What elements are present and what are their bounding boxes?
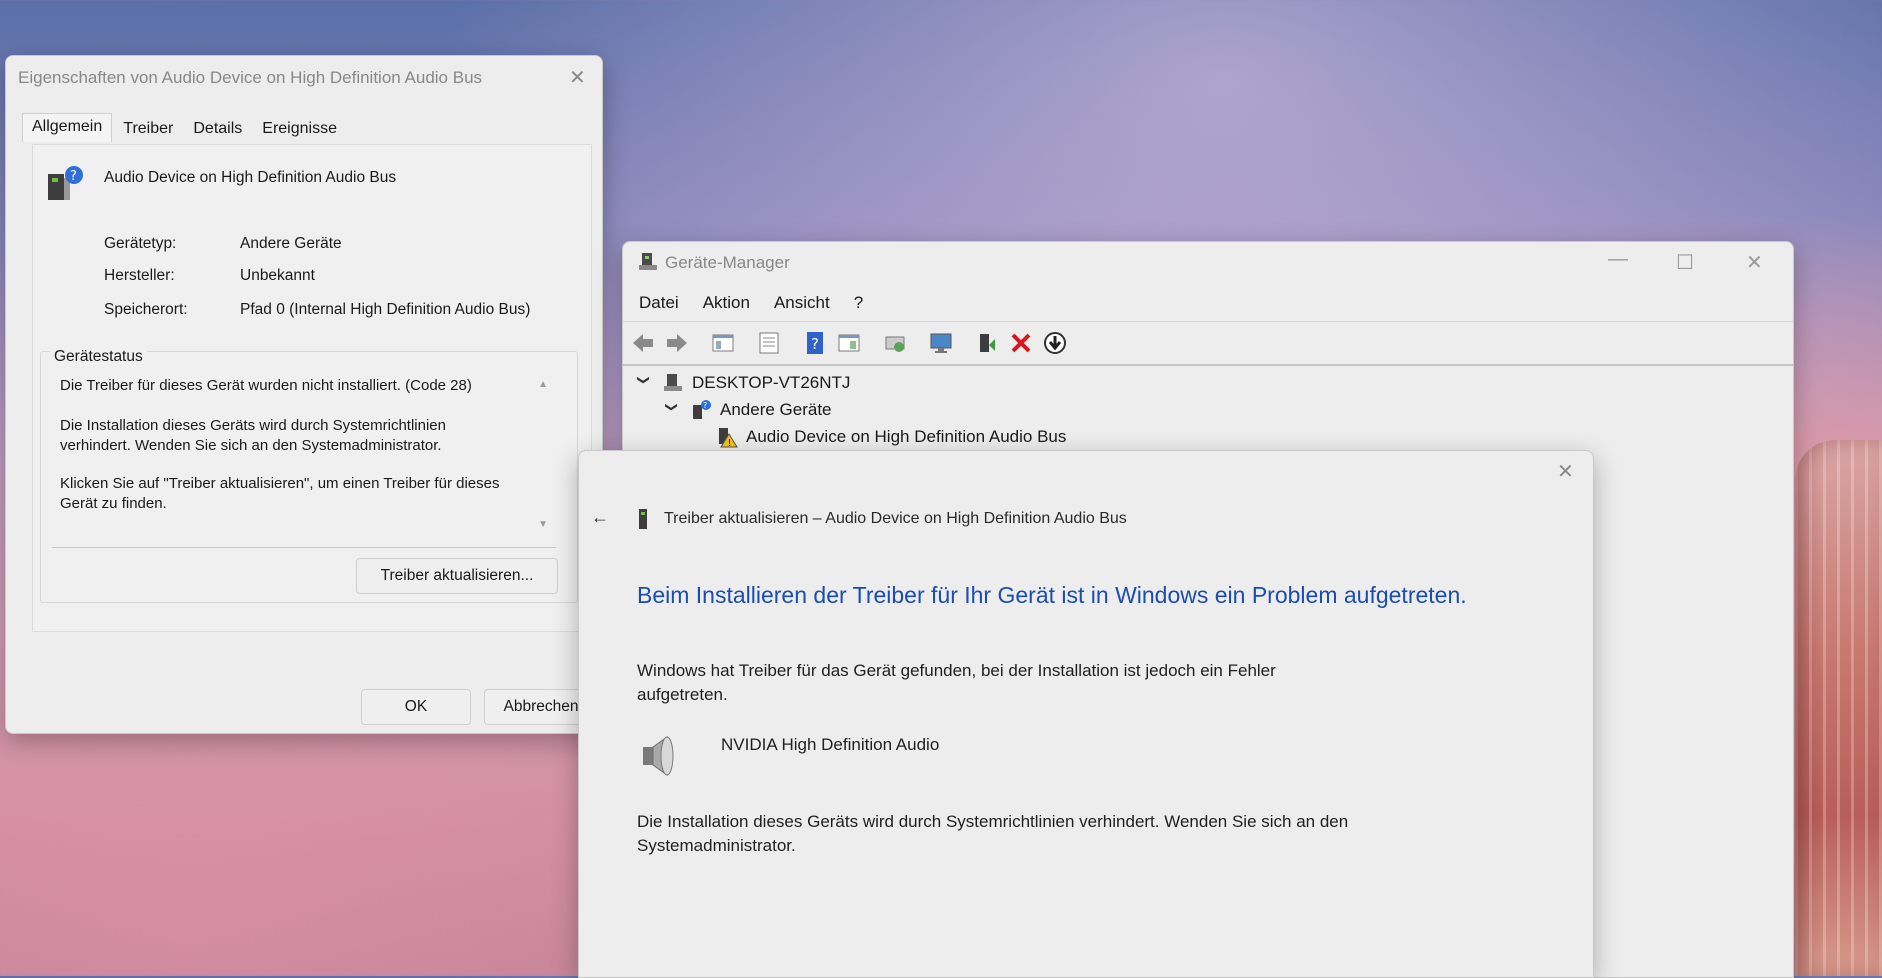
chevron-down-icon[interactable]: ❯ xyxy=(637,375,651,391)
tab-treiber[interactable]: Treiber xyxy=(114,116,182,142)
field-label-location: Speicherort: xyxy=(104,301,188,318)
props-title: Eigenschaften von Audio Device on High D… xyxy=(18,68,483,87)
update-driver-button[interactable]: Treiber aktualisieren... xyxy=(356,558,558,594)
unknown-device-icon: ? xyxy=(690,399,712,421)
field-value-manufacturer: Unbekannt xyxy=(240,267,315,284)
field-value-location: Pfad 0 (Internal High Definition Audio B… xyxy=(240,301,531,318)
error-heading: Beim Installieren der Treiber für Ihr Ge… xyxy=(637,582,1467,608)
uninstall-icon[interactable] xyxy=(1009,331,1033,355)
field-label-type: Gerätetyp: xyxy=(104,235,177,252)
view-icon[interactable] xyxy=(837,331,861,355)
tree-device-label: Audio Device on High Definition Audio Bu… xyxy=(746,427,1067,446)
ok-button[interactable]: OK xyxy=(361,689,471,725)
back-arrow-icon[interactable]: ← xyxy=(591,507,609,528)
svg-text:?: ? xyxy=(811,335,819,353)
svg-text:!: ! xyxy=(728,438,732,448)
tab-ereignisse[interactable]: Ereignisse xyxy=(253,116,346,142)
tab-details[interactable]: Details xyxy=(184,116,251,142)
status-line-hint: Klicken Sie auf "Treiber aktualisieren",… xyxy=(60,475,500,512)
device-manager-icon xyxy=(637,251,659,273)
forward-arrow-icon[interactable] xyxy=(665,331,689,355)
menu-ansicht[interactable]: Ansicht xyxy=(774,293,830,313)
driver-name: NVIDIA High Definition Audio xyxy=(721,735,940,754)
status-line-code: Die Treiber für dieses Gerät wurden nich… xyxy=(60,377,472,394)
props-tabs: Allgemein Treiber Details Ereignisse xyxy=(22,113,348,142)
update-driver-icon[interactable] xyxy=(975,331,999,355)
help-icon[interactable]: ? xyxy=(803,331,827,355)
menu-aktion[interactable]: Aktion xyxy=(703,293,750,313)
back-arrow-icon[interactable] xyxy=(631,331,655,355)
computer-icon xyxy=(662,372,684,394)
scroll-up-icon[interactable]: ▲ xyxy=(538,379,548,390)
wallpaper-machine xyxy=(1795,440,1882,976)
tab-allgemein[interactable]: Allgemein xyxy=(22,113,113,142)
tree-computer-node[interactable]: ❯ DESKTOP-VT26NTJ xyxy=(636,372,850,394)
menubar: Datei Aktion Ansicht ? xyxy=(639,293,887,313)
menu-datei[interactable]: Datei xyxy=(639,293,679,313)
found-text: Windows hat Treiber für das Gerät gefund… xyxy=(637,661,1276,704)
update-dialog-title: Treiber aktualisieren – Audio Device on … xyxy=(664,510,1127,527)
speaker-icon xyxy=(637,733,677,779)
status-textbox[interactable]: Die Treiber für dieses Gerät wurden nich… xyxy=(52,369,556,548)
svg-text:?: ? xyxy=(703,401,707,410)
svg-text:?: ? xyxy=(70,169,77,184)
minimize-icon[interactable]: — xyxy=(1608,248,1628,271)
scan-hardware-icon[interactable] xyxy=(883,331,907,355)
menu-help[interactable]: ? xyxy=(854,293,863,313)
disable-download-icon[interactable] xyxy=(1043,331,1067,355)
field-value-type: Andere Geräte xyxy=(240,235,342,252)
field-label-manufacturer: Hersteller: xyxy=(104,267,175,284)
status-label: Gerätestatus xyxy=(50,348,147,366)
status-line-policy: Die Installation dieses Geräts wird durc… xyxy=(60,417,446,454)
props-close-icon[interactable]: ✕ xyxy=(569,68,586,88)
close-icon[interactable]: ✕ xyxy=(1746,250,1763,275)
update-driver-dialog: ✕ ← Treiber aktualisieren – Audio Device… xyxy=(578,450,1594,978)
update-dialog-close-icon[interactable]: ✕ xyxy=(1557,462,1574,482)
tree-device-node[interactable]: ! Audio Device on High Definition Audio … xyxy=(716,426,1067,449)
device-small-icon xyxy=(637,509,649,531)
toolbar: ? xyxy=(623,321,1793,366)
properties-icon[interactable] xyxy=(757,331,781,355)
device-name: Audio Device on High Definition Audio Bu… xyxy=(104,169,397,186)
monitor-icon[interactable] xyxy=(929,331,953,355)
device-manager-title: Geräte-Manager xyxy=(665,253,790,272)
warning-device-icon: ! xyxy=(716,426,738,449)
chevron-down-icon[interactable]: ❯ xyxy=(665,402,679,418)
scroll-down-icon[interactable]: ▼ xyxy=(538,519,548,530)
tree-category-label: Andere Geräte xyxy=(720,400,832,419)
maximize-icon[interactable]: ☐ xyxy=(1676,250,1694,275)
tree-computer-label: DESKTOP-VT26NTJ xyxy=(692,373,851,392)
unknown-device-icon: ? xyxy=(44,164,84,204)
tree-category-node[interactable]: ❯ ? Andere Geräte xyxy=(664,399,832,421)
policy-text: Die Installation dieses Geräts wird durc… xyxy=(637,812,1349,855)
device-properties-dialog: Eigenschaften von Audio Device on High D… xyxy=(5,55,603,734)
show-hide-console-icon[interactable] xyxy=(711,331,735,355)
